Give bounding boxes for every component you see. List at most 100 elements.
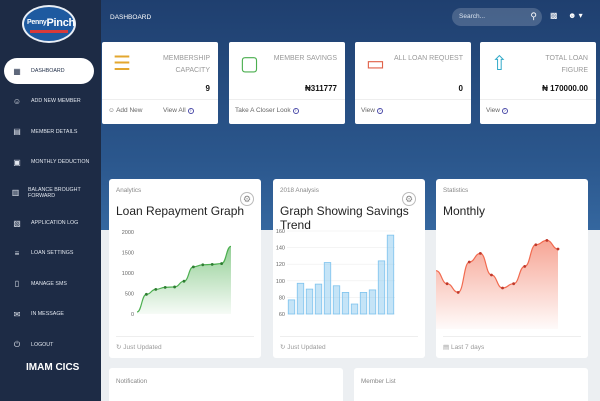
data-point <box>210 262 214 266</box>
sidebar-item-application-log[interactable]: ▧ Application Log <box>4 210 94 236</box>
brand-logo-strip <box>30 30 68 33</box>
dashboard-icon: ▦ <box>13 66 21 76</box>
bar-chart-icon[interactable]: ▩ <box>550 11 558 20</box>
sidebar-item-label: Logout <box>31 341 54 348</box>
sidebar-item-logout[interactable]: ⏻ Logout <box>4 332 94 358</box>
breadcrumb: DASHBOARD <box>110 14 152 21</box>
sidebar-item-label: Manage SMS <box>31 280 67 287</box>
y-tick-label: 0 <box>131 312 134 318</box>
building-icon: ▤ <box>13 127 21 137</box>
user-icon: ☺ <box>108 107 117 114</box>
data-point <box>545 239 549 242</box>
data-point <box>501 286 504 290</box>
y-tick-label: 60 <box>279 312 285 318</box>
data-point <box>534 243 538 247</box>
stat-title: All Loan Request <box>394 55 463 62</box>
y-tick-label: 80 <box>279 295 285 301</box>
monthly-chart <box>436 239 560 329</box>
sidebar-item-loan-settings[interactable]: ≡ Loan Settings <box>4 240 94 266</box>
bar <box>350 303 359 315</box>
sidebar-item-label: Member Details <box>31 128 78 135</box>
sidebar-item-add-new-member[interactable]: ☺ Add New Member <box>4 88 94 114</box>
stat-title: Member Savings <box>273 55 337 62</box>
stat-footer-label: Add New <box>116 107 143 114</box>
card-footer: ↻ Just Updated <box>280 343 326 351</box>
data-point <box>154 288 158 291</box>
search-icon[interactable]: ⚲ <box>530 11 537 22</box>
stat-card: ▭ All Loan Request 0 View › <box>355 42 471 124</box>
data-point <box>478 251 482 255</box>
stat-card: ☰ Membership Capacity 9 ☺ Add New View All › <box>102 42 218 124</box>
calculator-icon: ▣ <box>13 157 21 167</box>
bar <box>305 288 314 315</box>
sidebar-item-monthly-deduction[interactable]: ▣ Monthly Deduction <box>4 149 94 175</box>
y-tick-label: 1000 <box>122 271 134 277</box>
sidebar-item-in-message[interactable]: ✉ In Message <box>4 301 94 327</box>
loan-repayment-card: Analytics Loan Repayment Graph ⚙ 0 500 100… <box>109 179 261 358</box>
data-point <box>445 282 449 286</box>
brand-word-1: Penny <box>27 19 47 26</box>
data-point <box>490 273 493 277</box>
stat-footer-label: View <box>361 107 375 114</box>
log-icon: ▧ <box>13 218 21 228</box>
y-tick-label: 100 <box>276 279 285 285</box>
bar <box>287 299 296 315</box>
bar <box>386 234 395 315</box>
stat-footer-link[interactable]: View › <box>486 107 508 114</box>
sidebar-item-label: Application Log <box>31 220 79 226</box>
data-point <box>556 247 560 251</box>
data-point <box>523 264 527 268</box>
data-point <box>163 285 167 289</box>
search-input[interactable]: Search... ⚲ <box>452 8 542 26</box>
view-all-link[interactable]: View All › <box>163 107 194 114</box>
card-footer-text: Just Updated <box>123 344 162 351</box>
arrow-circle-icon: › <box>501 108 508 114</box>
ledger-icon: ▥ <box>11 188 20 198</box>
stat-value: 9 <box>205 84 210 93</box>
divider <box>355 99 471 100</box>
data-point <box>201 263 205 267</box>
sidebar-item-dashboard[interactable]: ▦ Dashboard <box>4 58 94 84</box>
savings-trend-card: 2018 Analysis Graph Showing Savings Tren… <box>273 179 425 358</box>
brand-word-2: Pinch <box>46 17 76 29</box>
stat-footer-link[interactable]: Take A Closer Look › <box>235 107 299 114</box>
stat-title: Total Loan Figure <box>545 55 588 74</box>
data-point <box>467 260 471 264</box>
data-point <box>173 285 176 289</box>
member-list-title: Member List <box>361 378 396 385</box>
bar <box>368 289 377 315</box>
sidebar-item-label: Loan Settings <box>31 250 74 257</box>
data-point <box>192 265 195 269</box>
monthly-card: Statistics Monthly ▤ Last 7 days <box>436 179 588 358</box>
bar <box>296 282 305 315</box>
sidebar-item-label: Monthly Deduction <box>31 159 90 166</box>
user-menu-icon[interactable]: ☻ ▾ <box>568 11 583 20</box>
stat-footer-link[interactable]: ☺ Add New <box>108 107 142 114</box>
arrow-circle-icon: › <box>292 108 299 114</box>
sidebar-item-label: Dashboard <box>31 68 65 74</box>
sidebar-item-manage-sms[interactable]: ▯ Manage SMS <box>4 271 94 297</box>
y-tick-label: 120 <box>276 262 285 268</box>
sidebar: PennyPinch ▦ Dashboard ☺ Add New Member ▤ Mem… <box>0 0 101 401</box>
stat-value: ₦311777 <box>304 84 337 93</box>
bar <box>314 283 323 315</box>
search-placeholder: Search... <box>459 13 486 20</box>
y-tick-label: 500 <box>125 292 134 298</box>
stat-footer-label: View All <box>163 107 186 114</box>
user-icon: ☺ <box>12 96 22 106</box>
bar <box>359 292 368 315</box>
stat-footer-link[interactable]: View › <box>361 107 383 114</box>
notification-title: Notification <box>116 378 148 385</box>
divider <box>480 99 596 100</box>
share-icon: ⇧ <box>491 53 508 75</box>
data-point <box>145 292 148 296</box>
sidebar-item-label: Add New Member <box>31 98 81 105</box>
sidebar-item-balance-brought-forward[interactable]: ▥ Balance Brought Forward <box>4 180 94 206</box>
calendar-icon: ▤ <box>443 344 451 351</box>
sidebar-item-member-details[interactable]: ▤ Member Details <box>4 119 94 145</box>
card-icon: ▭ <box>366 53 385 75</box>
stat-footer-label: View <box>486 107 500 114</box>
data-point <box>456 290 460 294</box>
stat-card: ⇧ Total Loan Figure ₦ 170000.00 View › <box>480 42 596 124</box>
stat-value: 0 <box>458 84 463 93</box>
